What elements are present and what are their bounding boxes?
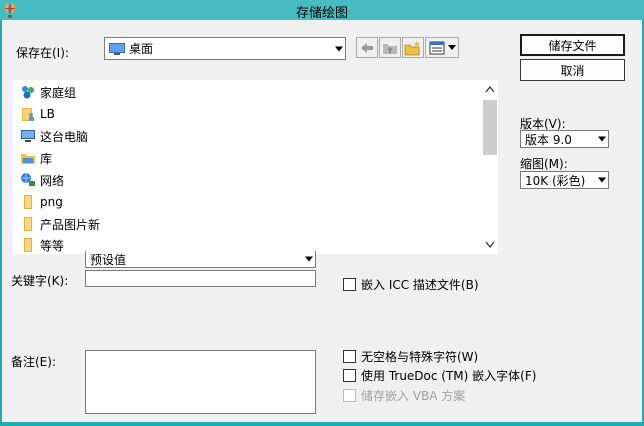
list-item[interactable]: 这台电脑 (20, 126, 88, 146)
user-folder-icon (22, 108, 34, 121)
list-item-label: 这台电脑 (40, 129, 89, 144)
truedoc-label: 使用 TrueDoc (TM) 嵌入字体(F) (361, 369, 537, 383)
vba-checkbox[interactable] (343, 389, 356, 402)
save-file-button[interactable]: 储存文件 (520, 34, 625, 56)
scroll-thumb[interactable] (483, 100, 497, 155)
file-list[interactable]: 家庭组 LB 这台电脑 库 网络 png 产品图片新 等等 (12, 80, 498, 254)
embed-icc-checkbox[interactable] (343, 278, 356, 291)
list-item[interactable]: png (20, 192, 63, 212)
save-in-value: 桌面 (129, 42, 154, 56)
file-list-scrollbar[interactable] (482, 80, 498, 254)
embed-icc-label: 嵌入 ICC 描述文件(B) (361, 278, 479, 292)
up-folder-button[interactable] (379, 37, 401, 58)
notes-textarea[interactable] (85, 350, 316, 414)
window-title: 存储绘图 (295, 6, 348, 21)
thumbnail-label: 缩图(M): (520, 157, 568, 171)
keywords-input[interactable] (85, 270, 316, 287)
preset-dropdown[interactable]: 预设值 (85, 251, 316, 268)
list-item-label: 等等 (40, 238, 65, 253)
network-icon (21, 173, 35, 186)
list-item-label: 产品图片新 (40, 217, 101, 232)
title-bar[interactable]: 存储绘图 (0, 0, 644, 21)
library-icon (21, 154, 35, 164)
list-item[interactable]: 等等 (20, 236, 64, 254)
list-item[interactable]: 家庭组 (20, 82, 76, 102)
desktop-icon (109, 42, 125, 55)
folder-icon (24, 238, 32, 252)
homegroup-icon (22, 86, 34, 99)
list-item-label: 库 (40, 151, 53, 166)
list-item-label: LB (40, 107, 55, 121)
scroll-down-icon[interactable] (485, 241, 495, 249)
list-item[interactable]: 库 (20, 148, 52, 168)
chevron-down-icon[interactable] (335, 46, 343, 51)
back-button[interactable] (356, 37, 378, 58)
chevron-down-icon[interactable] (598, 136, 606, 142)
thumbnail-value: 10K (彩色) (525, 173, 586, 188)
list-item[interactable]: 产品图片新 (20, 214, 100, 234)
list-item[interactable]: 网络 (20, 170, 64, 190)
thumbnail-dropdown[interactable]: 10K (彩色) (520, 171, 609, 189)
preset-value: 预设值 (90, 252, 127, 267)
cancel-button[interactable]: 取消 (520, 59, 625, 81)
scroll-up-icon[interactable] (485, 85, 495, 93)
notes-label: 备注(E): (11, 355, 56, 369)
list-item-label: 家庭组 (40, 85, 77, 100)
computer-icon (21, 130, 35, 142)
up-folder-icon (383, 43, 397, 54)
list-item[interactable]: LB (20, 104, 55, 124)
keywords-label: 关键字(K): (11, 274, 69, 288)
version-value: 版本 9.0 (525, 132, 572, 147)
list-item-label: 网络 (40, 173, 65, 188)
chevron-down-icon[interactable] (305, 256, 313, 262)
view-menu-button[interactable] (425, 37, 459, 58)
new-folder-button[interactable] (402, 37, 424, 58)
vba-label: 储存嵌入 VBA 方案 (361, 389, 466, 403)
folder-icon (24, 195, 32, 209)
no-spaces-checkbox[interactable] (343, 350, 356, 363)
chevron-down-icon[interactable] (598, 177, 606, 183)
back-arrow-icon (361, 42, 373, 53)
no-spaces-label: 无空格与特殊字符(W) (361, 350, 479, 364)
truedoc-checkbox[interactable] (343, 369, 356, 382)
save-in-label: 保存在(I): (16, 46, 69, 60)
save-in-dropdown[interactable]: 桌面 (104, 37, 346, 60)
new-folder-icon (404, 40, 420, 55)
chevron-down-icon (447, 45, 456, 50)
version-dropdown[interactable]: 版本 9.0 (520, 130, 609, 148)
view-list-icon (429, 41, 444, 54)
folder-icon (24, 217, 32, 231)
window-border-bottom (0, 422, 644, 426)
list-item-label: png (40, 195, 63, 209)
